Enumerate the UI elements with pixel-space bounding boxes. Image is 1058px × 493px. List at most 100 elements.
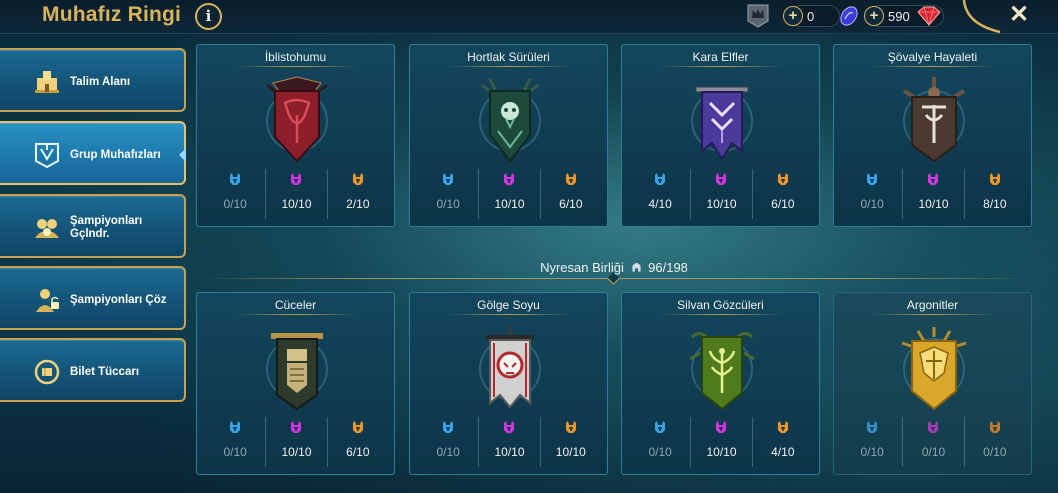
legendary-count: 10/10 — [555, 445, 586, 459]
sidebar-item-unlock-champions[interactable]: Şampiyonları Çöz — [0, 266, 186, 330]
sylvan-banner-icon — [689, 332, 755, 411]
legendary-count-cell: 8/10 — [963, 169, 1025, 219]
info-button[interactable]: i — [195, 3, 222, 30]
epic-helmet-icon — [928, 421, 939, 433]
sidebar-item-label: Şampiyonları Gçlndr. — [70, 215, 143, 240]
alliance-label: Nyresan Birliği 96/198 — [514, 260, 714, 275]
shard-icon — [840, 6, 858, 26]
add-currency-1-button[interactable]: + — [783, 6, 803, 26]
epic-helmet-icon — [928, 173, 939, 185]
epic-count-cell: 10/10 — [265, 169, 326, 219]
legendary-count-cell: 6/10 — [751, 169, 813, 219]
legendary-count-cell: 6/10 — [539, 169, 601, 219]
faction-card-demonspawn[interactable]: İblistohumu 0/10 10/10 2/10 — [196, 44, 395, 227]
epic-count: 10/10 — [281, 197, 312, 211]
legendary-count-cell: 2/10 — [326, 169, 388, 219]
title-underline — [448, 314, 571, 315]
faction-crown-icon[interactable] — [746, 3, 770, 29]
rarity-counts: 0/10 10/10 2/10 — [205, 169, 388, 219]
epic-helmet-icon — [716, 421, 727, 433]
alliance-name: Nyresan Birliği — [540, 260, 624, 275]
rare-helmet-icon — [443, 421, 454, 433]
sidebar-item-upgrade-champions[interactable]: Şampiyonları Gçlndr. — [0, 194, 186, 258]
rare-count-cell: 0/10 — [842, 169, 902, 219]
sidebar-item-label: Bilet Tüccarı — [70, 366, 140, 378]
epic-count-cell: 10/10 — [478, 417, 539, 467]
title-underline — [448, 66, 571, 67]
legendary-helmet-icon — [777, 173, 788, 185]
currency-1-value: 0 — [807, 9, 815, 24]
champions-upgrade-icon — [35, 219, 59, 238]
epic-count: 10/10 — [918, 197, 949, 211]
legendary-count-cell: 0/10 — [963, 417, 1025, 467]
currency-2-value: 590 — [888, 9, 910, 24]
epic-count: 10/10 — [706, 197, 737, 211]
rare-count: 0/10 — [648, 445, 672, 459]
legendary-count-cell: 4/10 — [751, 417, 813, 467]
rare-count-cell: 0/10 — [205, 417, 265, 467]
rarity-counts: 0/10 10/10 4/10 — [630, 417, 813, 467]
faction-name: Argonitler — [906, 298, 959, 312]
ruby-icon — [917, 6, 941, 27]
sidebar-item-label: Talim Alanı — [70, 76, 131, 88]
faction-card-argonites[interactable]: Argonitler 0/10 0/10 0/10 — [833, 292, 1032, 475]
title-underline — [660, 66, 783, 67]
epic-count-cell: 10/10 — [902, 169, 963, 219]
legendary-helmet-icon — [989, 173, 1000, 185]
faction-card-sylvan-watchers[interactable]: Silvan Gözcüleri 0/10 10/10 4/10 — [621, 292, 820, 475]
sidebar-item-faction-guardians[interactable]: Grup Muhafızları — [0, 121, 186, 185]
add-currency-2-button[interactable]: + — [864, 6, 884, 26]
legendary-count-cell: 6/10 — [326, 417, 388, 467]
legendary-count: 6/10 — [346, 445, 370, 459]
helmet-icon — [631, 263, 641, 272]
faction-name: Cüceler — [274, 298, 317, 312]
rarity-counts: 0/10 0/10 0/10 — [842, 417, 1025, 467]
rare-count-cell: 4/10 — [630, 169, 690, 219]
rare-helmet-icon — [655, 173, 666, 185]
epic-helmet-icon — [504, 173, 515, 185]
rare-helmet-icon — [655, 421, 666, 433]
argonites-banner-icon — [901, 327, 967, 411]
faction-card-shadowkin[interactable]: Gölge Soyu 0/10 10/10 10/10 — [409, 292, 608, 475]
faction-name: Gölge Soyu — [477, 298, 540, 312]
title-underline — [235, 66, 358, 67]
rare-count: 0/10 — [223, 197, 247, 211]
rare-helmet-icon — [867, 173, 878, 185]
epic-count-cell: 0/10 — [902, 417, 963, 467]
faction-card-undead-hordes[interactable]: Hortlak Sürüleri 0/10 10/10 6/10 — [409, 44, 608, 227]
sidebar-item-training[interactable]: Talim Alanı — [0, 48, 186, 112]
legendary-helmet-icon — [352, 173, 363, 185]
epic-count-cell: 10/10 — [478, 169, 539, 219]
legendary-helmet-icon — [989, 421, 1000, 433]
legendary-count: 6/10 — [559, 197, 583, 211]
rarity-counts: 0/10 10/10 6/10 — [418, 169, 601, 219]
rare-helmet-icon — [443, 173, 454, 185]
sidebar-item-label: Şampiyonları Çöz — [70, 294, 167, 306]
dark-elves-banner-icon — [691, 86, 753, 161]
epic-count: 10/10 — [281, 445, 312, 459]
legendary-helmet-icon — [352, 421, 363, 433]
title-underline — [235, 314, 358, 315]
tower-icon — [35, 71, 59, 93]
rarity-counts: 0/10 10/10 8/10 — [842, 169, 1025, 219]
faction-card-dwarves[interactable]: Cüceler 0/10 10/10 6/10 — [196, 292, 395, 475]
epic-count: 0/10 — [921, 445, 946, 459]
legendary-count-cell: 10/10 — [539, 417, 601, 467]
guardian-banner-icon — [35, 143, 59, 169]
legendary-count: 2/10 — [346, 197, 370, 211]
ticket-icon — [34, 359, 60, 385]
sidebar-item-ticket-merchant[interactable]: Bilet Tüccarı — [0, 338, 186, 402]
epic-count-cell: 10/10 — [690, 169, 751, 219]
shadowkin-banner-icon — [479, 325, 541, 409]
rare-count: 0/10 — [223, 445, 247, 459]
close-button[interactable]: ✕ — [1006, 1, 1032, 29]
faction-card-dark-elves[interactable]: Kara Elfler 4/10 10/10 6/10 — [621, 44, 820, 227]
rare-helmet-icon — [230, 173, 241, 185]
faction-name: Şövalye Hayaleti — [887, 50, 978, 64]
legendary-count: 6/10 — [771, 197, 795, 211]
faction-card-knight-revenant[interactable]: Şövalye Hayaleti 0/10 10/10 8/10 — [833, 44, 1032, 227]
epic-count-cell: 10/10 — [690, 417, 751, 467]
legendary-count: 4/10 — [771, 445, 795, 459]
top-bar: Muhafız Ringi i + 0 + 590 ✕ — [0, 0, 1058, 34]
legendary-helmet-icon — [565, 421, 576, 433]
